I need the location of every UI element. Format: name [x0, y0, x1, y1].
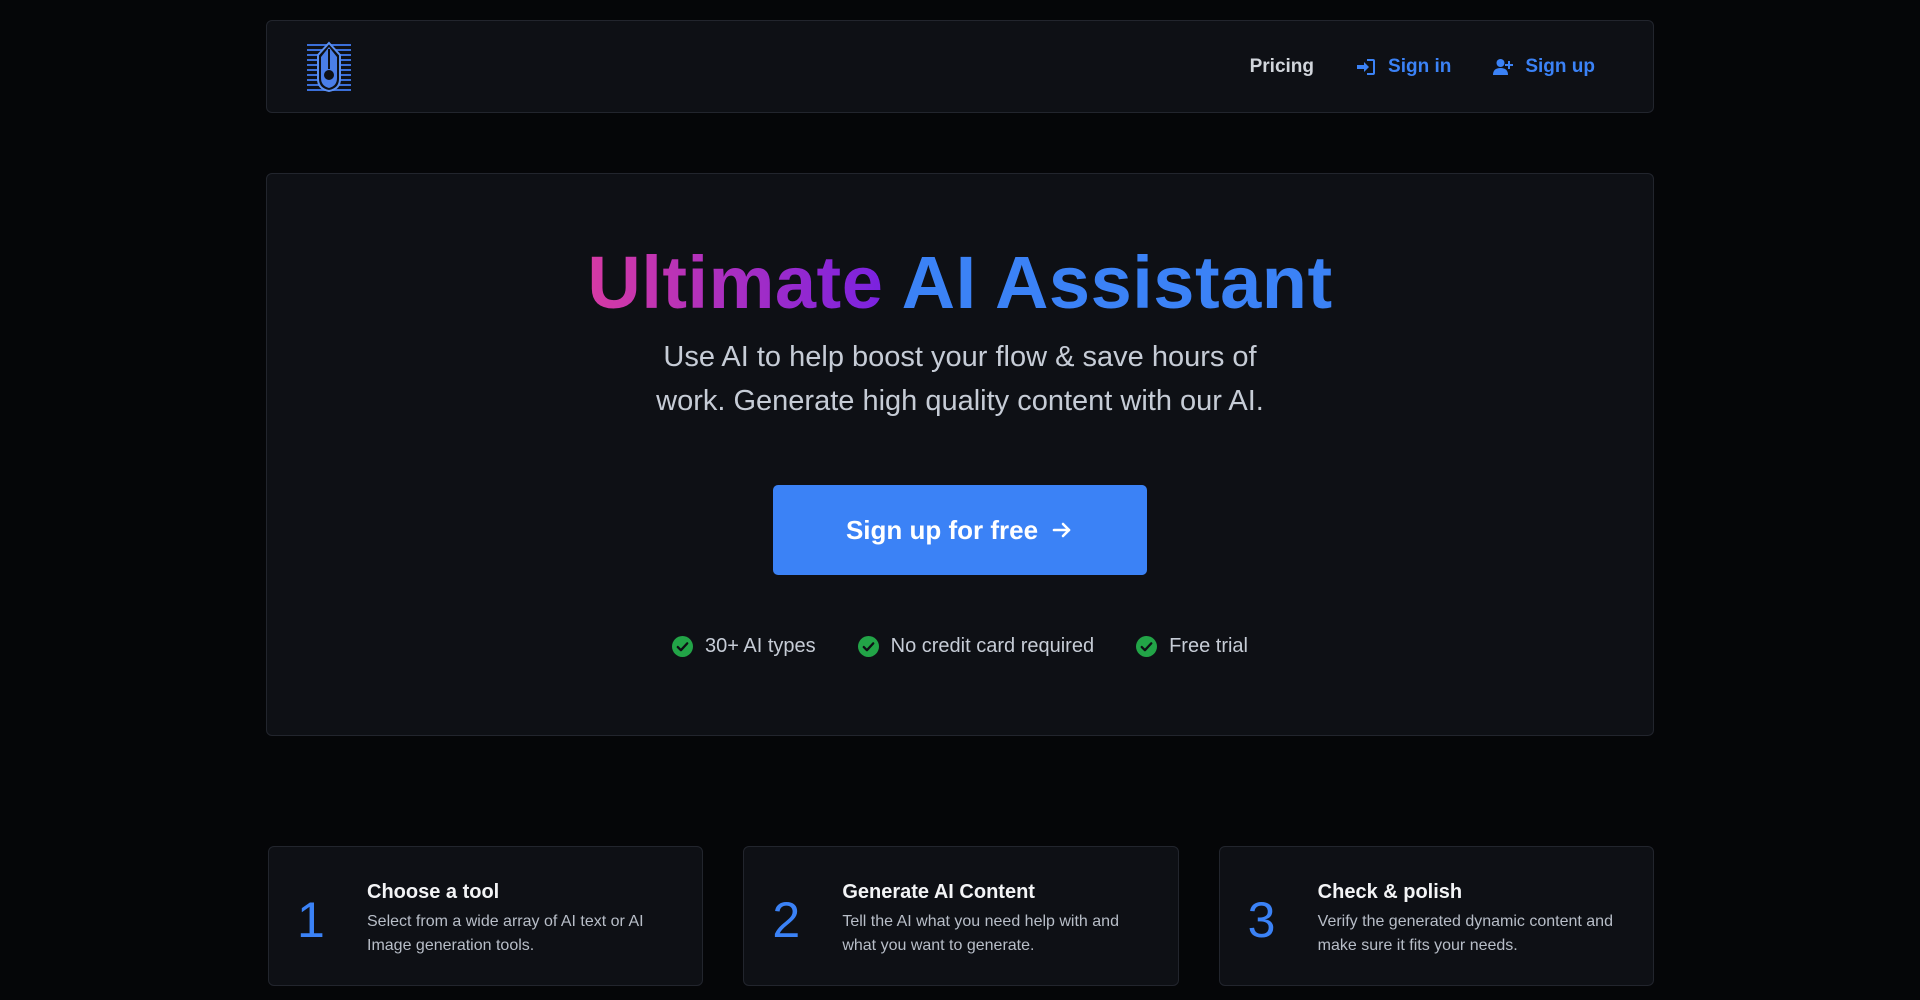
check-circle-icon: [857, 636, 879, 658]
nav-sign-in-label: Sign in: [1388, 55, 1452, 77]
step-card: 2 Generate AI Content Tell the AI what y…: [743, 846, 1179, 986]
steps-section: 1 Choose a tool Select from a wide array…: [268, 846, 1654, 986]
step-number: 1: [297, 892, 325, 948]
nav-sign-in-link[interactable]: Sign in: [1356, 56, 1451, 78]
hero-subtitle: Use AI to help boost your flow & save ho…: [656, 341, 1264, 418]
check-circle-icon: [672, 636, 693, 658]
feature-label: Free trial: [1169, 635, 1248, 658]
nav-pricing-link[interactable]: Pricing: [1250, 56, 1314, 78]
user-plus-icon: [1493, 58, 1514, 75]
hero-title-accent: AI Assistant: [901, 241, 1333, 324]
step-title: Generate AI Content: [842, 881, 1035, 903]
sign-up-for-free-button[interactable]: Sign up for free: [773, 485, 1147, 576]
nav-links: Pricing Sign in Sign up: [1208, 56, 1595, 78]
nav-sign-up-label: Sign up: [1525, 55, 1595, 77]
nav-pricing-label: Pricing: [1249, 55, 1315, 77]
feature-list: 30+ AI types No credit card required Fre…: [267, 635, 1653, 658]
cta-label: Sign up for free: [845, 514, 1039, 545]
pen-nib-logo-icon[interactable]: [307, 41, 351, 93]
feature-label: 30+ AI types: [705, 635, 816, 658]
feature-item: 30+ AI types: [672, 635, 816, 658]
step-number: 3: [1247, 892, 1276, 948]
step-card: 3 Check & polish Verify the generated dy…: [1218, 846, 1654, 986]
step-description: Verify the generated dynamic content and…: [1317, 913, 1613, 954]
nav-sign-up-link[interactable]: Sign up: [1493, 56, 1595, 78]
step-title: Choose a tool: [367, 881, 500, 903]
feature-label: No credit card required: [890, 635, 1095, 658]
feature-item: No credit card required: [857, 635, 1095, 658]
step-body: Generate AI Content Tell the AI what you…: [834, 881, 1149, 958]
sign-in-icon: [1357, 58, 1376, 75]
arrow-right-icon: [1052, 523, 1071, 538]
top-navbar: Pricing Sign in Sign up: [266, 20, 1654, 113]
hero-section: Ultimate AI Assistant Use AI to help boo…: [266, 173, 1654, 736]
step-card: 1 Choose a tool Select from a wide array…: [268, 846, 704, 986]
hero-title: Ultimate AI Assistant: [267, 242, 1653, 323]
step-body: Check & polish Verify the generated dyna…: [1310, 881, 1625, 958]
hero-title-gradient: Ultimate: [587, 241, 884, 324]
feature-item: Free trial: [1136, 635, 1248, 658]
step-title: Check & polish: [1317, 881, 1463, 903]
step-number: 2: [772, 892, 801, 948]
step-body: Choose a tool Select from a wide array o…: [359, 881, 674, 958]
check-circle-icon: [1136, 636, 1158, 658]
step-description: Tell the AI what you need help with and …: [842, 913, 1119, 954]
step-description: Select from a wide array of AI text or A…: [367, 913, 644, 954]
